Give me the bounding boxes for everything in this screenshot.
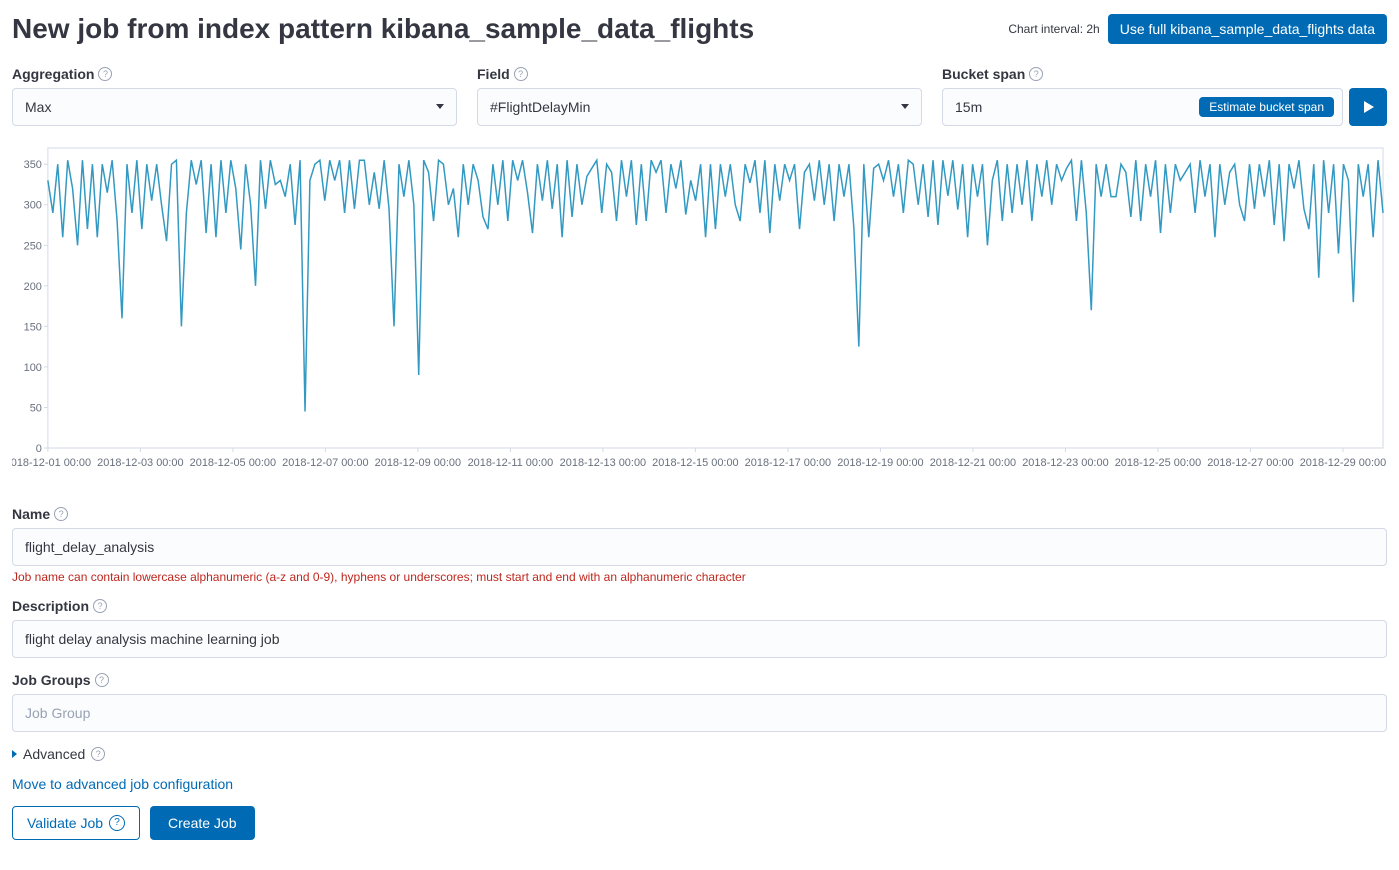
name-hint: Job name can contain lowercase alphanume…	[12, 570, 1387, 584]
name-input[interactable]	[12, 528, 1387, 566]
chart-interval-label: Chart interval: 2h	[1008, 22, 1099, 36]
chevron-down-icon	[901, 104, 909, 109]
run-button[interactable]	[1349, 88, 1387, 126]
description-label: Description ?	[12, 598, 1387, 614]
chart: 0 50 100 150 200 250 300 350 2018-12-01 00:00 201…	[12, 144, 1387, 484]
use-full-data-button[interactable]: Use full kibana_sample_data_flights data	[1108, 14, 1387, 44]
svg-text:50: 50	[30, 402, 42, 414]
field-label: Field ?	[477, 66, 922, 82]
create-job-button[interactable]: Create Job	[150, 806, 254, 840]
svg-text:2018-12-29 00:00: 2018-12-29 00:00	[1300, 457, 1386, 469]
bucket-span-input[interactable]	[955, 99, 1199, 115]
aggregation-label: Aggregation ?	[12, 66, 457, 82]
help-icon[interactable]: ?	[514, 67, 528, 81]
svg-text:2018-12-11 00:00: 2018-12-11 00:00	[468, 457, 554, 469]
bucket-span-label: Bucket span ?	[942, 66, 1387, 82]
svg-text:2018-12-05 00:00: 2018-12-05 00:00	[190, 457, 276, 469]
field-select[interactable]: #FlightDelayMin	[477, 88, 922, 126]
estimate-bucket-span-button[interactable]: Estimate bucket span	[1199, 97, 1334, 117]
job-groups-label: Job Groups ?	[12, 672, 1387, 688]
validate-job-button[interactable]: Validate Job ?	[12, 806, 140, 840]
play-icon	[1364, 101, 1374, 113]
chevron-down-icon	[436, 104, 444, 109]
svg-text:250: 250	[24, 240, 42, 252]
svg-text:0: 0	[36, 443, 42, 455]
svg-text:2018-12-07 00:00: 2018-12-07 00:00	[282, 457, 368, 469]
svg-text:2018-12-21 00:00: 2018-12-21 00:00	[930, 457, 1016, 469]
advanced-label: Advanced	[23, 746, 85, 762]
aggregation-select[interactable]: Max	[12, 88, 457, 126]
svg-text:2018-12-01 00:00: 2018-12-01 00:00	[12, 457, 91, 469]
job-groups-input[interactable]	[12, 694, 1387, 732]
svg-text:2018-12-27 00:00: 2018-12-27 00:00	[1207, 457, 1293, 469]
svg-text:2018-12-17 00:00: 2018-12-17 00:00	[745, 457, 831, 469]
svg-text:150: 150	[24, 321, 42, 333]
help-icon[interactable]: ?	[1029, 67, 1043, 81]
help-icon[interactable]: ?	[93, 599, 107, 613]
help-icon[interactable]: ?	[98, 67, 112, 81]
svg-text:2018-12-19 00:00: 2018-12-19 00:00	[837, 457, 923, 469]
svg-text:2018-12-03 00:00: 2018-12-03 00:00	[97, 457, 183, 469]
move-to-advanced-link[interactable]: Move to advanced job configuration	[12, 776, 233, 792]
help-icon: ?	[91, 747, 105, 761]
svg-text:100: 100	[24, 362, 42, 374]
chevron-right-icon	[12, 750, 17, 758]
svg-text:2018-12-23 00:00: 2018-12-23 00:00	[1022, 457, 1108, 469]
advanced-toggle[interactable]: Advanced ?	[12, 746, 1387, 762]
page-title: New job from index pattern kibana_sample…	[12, 10, 754, 48]
help-icon: ?	[109, 815, 125, 831]
svg-text:350: 350	[24, 159, 42, 171]
svg-text:200: 200	[24, 281, 42, 293]
help-icon[interactable]: ?	[54, 507, 68, 521]
svg-text:2018-12-09 00:00: 2018-12-09 00:00	[375, 457, 461, 469]
svg-text:2018-12-25 00:00: 2018-12-25 00:00	[1115, 457, 1201, 469]
svg-text:2018-12-15 00:00: 2018-12-15 00:00	[652, 457, 738, 469]
description-input[interactable]	[12, 620, 1387, 658]
svg-text:300: 300	[24, 200, 42, 212]
svg-text:2018-12-13 00:00: 2018-12-13 00:00	[560, 457, 646, 469]
help-icon[interactable]: ?	[95, 673, 109, 687]
name-label: Name ?	[12, 506, 1387, 522]
